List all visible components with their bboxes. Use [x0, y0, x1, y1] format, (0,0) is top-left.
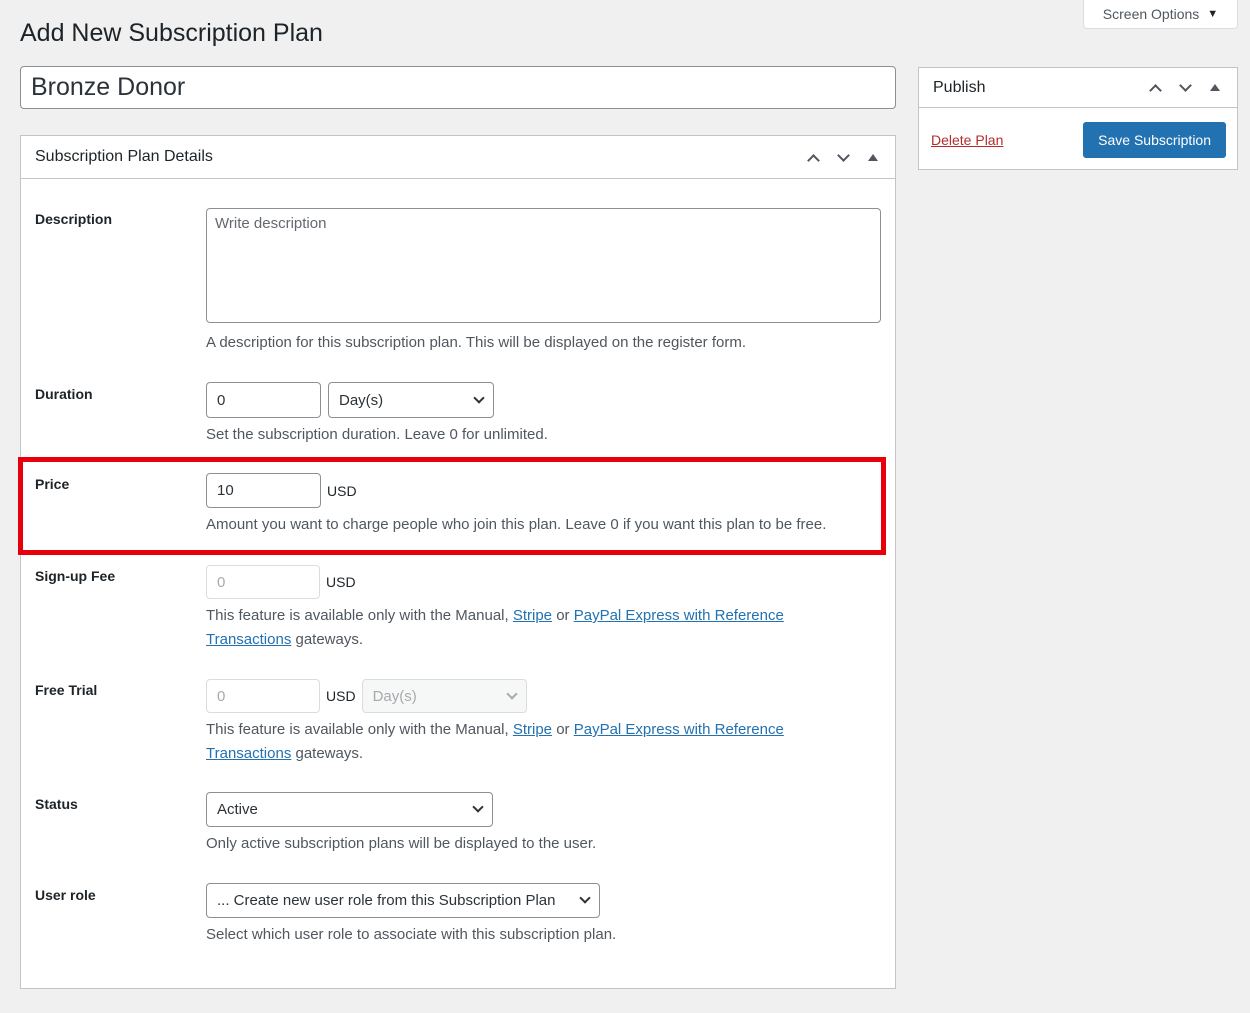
signup-fee-help: This feature is available only with the … — [206, 607, 784, 648]
publish-box: Publish Delete Plan Save Subscription — [918, 67, 1238, 170]
chevron-down-icon — [505, 687, 518, 700]
duration-unit-select[interactable]: Day(s) — [328, 382, 494, 418]
move-down-icon[interactable] — [835, 148, 851, 165]
publish-title: Publish — [933, 78, 986, 96]
chevron-down-icon — [472, 801, 484, 813]
user-role-select[interactable]: ... Create new user role from this Subsc… — [206, 883, 600, 918]
screen-options-label: Screen Options — [1102, 6, 1200, 22]
free-trial-currency: USD — [326, 688, 356, 704]
collapse-toggle-icon[interactable] — [1207, 80, 1223, 96]
description-label: Description — [35, 211, 113, 227]
details-header: Subscription Plan Details — [21, 136, 895, 179]
stripe-link[interactable]: Stripe — [513, 607, 552, 624]
signup-fee-currency: USD — [326, 574, 356, 590]
user-role-label: User role — [35, 887, 96, 903]
delete-plan-link[interactable]: Delete Plan — [931, 132, 1003, 148]
status-help: Only active subscription plans will be d… — [206, 835, 597, 852]
move-down-icon[interactable] — [1177, 79, 1193, 96]
free-trial-unit-select[interactable]: Day(s) — [361, 679, 527, 713]
caret-down-icon: ▼ — [1207, 8, 1219, 20]
publish-handles — [1147, 79, 1223, 97]
status-select[interactable]: Active — [206, 792, 493, 827]
free-trial-help: This feature is available only with the … — [206, 721, 784, 762]
collapse-toggle-icon[interactable] — [865, 149, 881, 165]
publish-actions: Delete Plan Save Subscription — [919, 108, 1237, 158]
free-trial-unit-value: Day(s) — [372, 687, 417, 705]
move-up-icon[interactable] — [805, 149, 821, 167]
plan-title-input[interactable]: Bronze Donor — [20, 66, 896, 109]
page-title: Add New Subscription Plan — [20, 19, 323, 47]
duration-input[interactable]: 0 — [206, 382, 321, 418]
status-label: Status — [35, 796, 78, 812]
publish-header: Publish — [919, 68, 1237, 108]
description-textarea[interactable]: Write description — [206, 208, 881, 323]
screen-options-button[interactable]: Screen Options ▼ — [1083, 0, 1238, 29]
chevron-down-icon — [579, 892, 591, 904]
stripe-link[interactable]: Stripe — [513, 721, 552, 738]
signup-fee-input[interactable]: 0 — [206, 565, 320, 599]
subscription-plan-details-box: Subscription Plan Details Description Wr… — [20, 135, 896, 989]
description-help: A description for this subscription plan… — [206, 334, 746, 351]
free-trial-input[interactable]: 0 — [206, 679, 320, 713]
user-role-help: Select which user role to associate with… — [206, 926, 617, 943]
save-subscription-button[interactable]: Save Subscription — [1083, 122, 1226, 158]
chevron-down-icon — [473, 391, 485, 404]
price-highlight-box — [18, 457, 886, 555]
user-role-value: ... Create new user role from this Subsc… — [217, 892, 556, 909]
status-value: Active — [217, 801, 258, 818]
move-up-icon[interactable] — [1147, 80, 1163, 97]
duration-help: Set the subscription duration. Leave 0 f… — [206, 426, 548, 443]
duration-label: Duration — [35, 386, 93, 402]
details-handles — [805, 148, 881, 167]
signup-fee-label: Sign-up Fee — [35, 568, 116, 584]
free-trial-label: Free Trial — [35, 682, 98, 698]
duration-unit-value: Day(s) — [339, 391, 384, 409]
details-title: Subscription Plan Details — [35, 148, 213, 165]
